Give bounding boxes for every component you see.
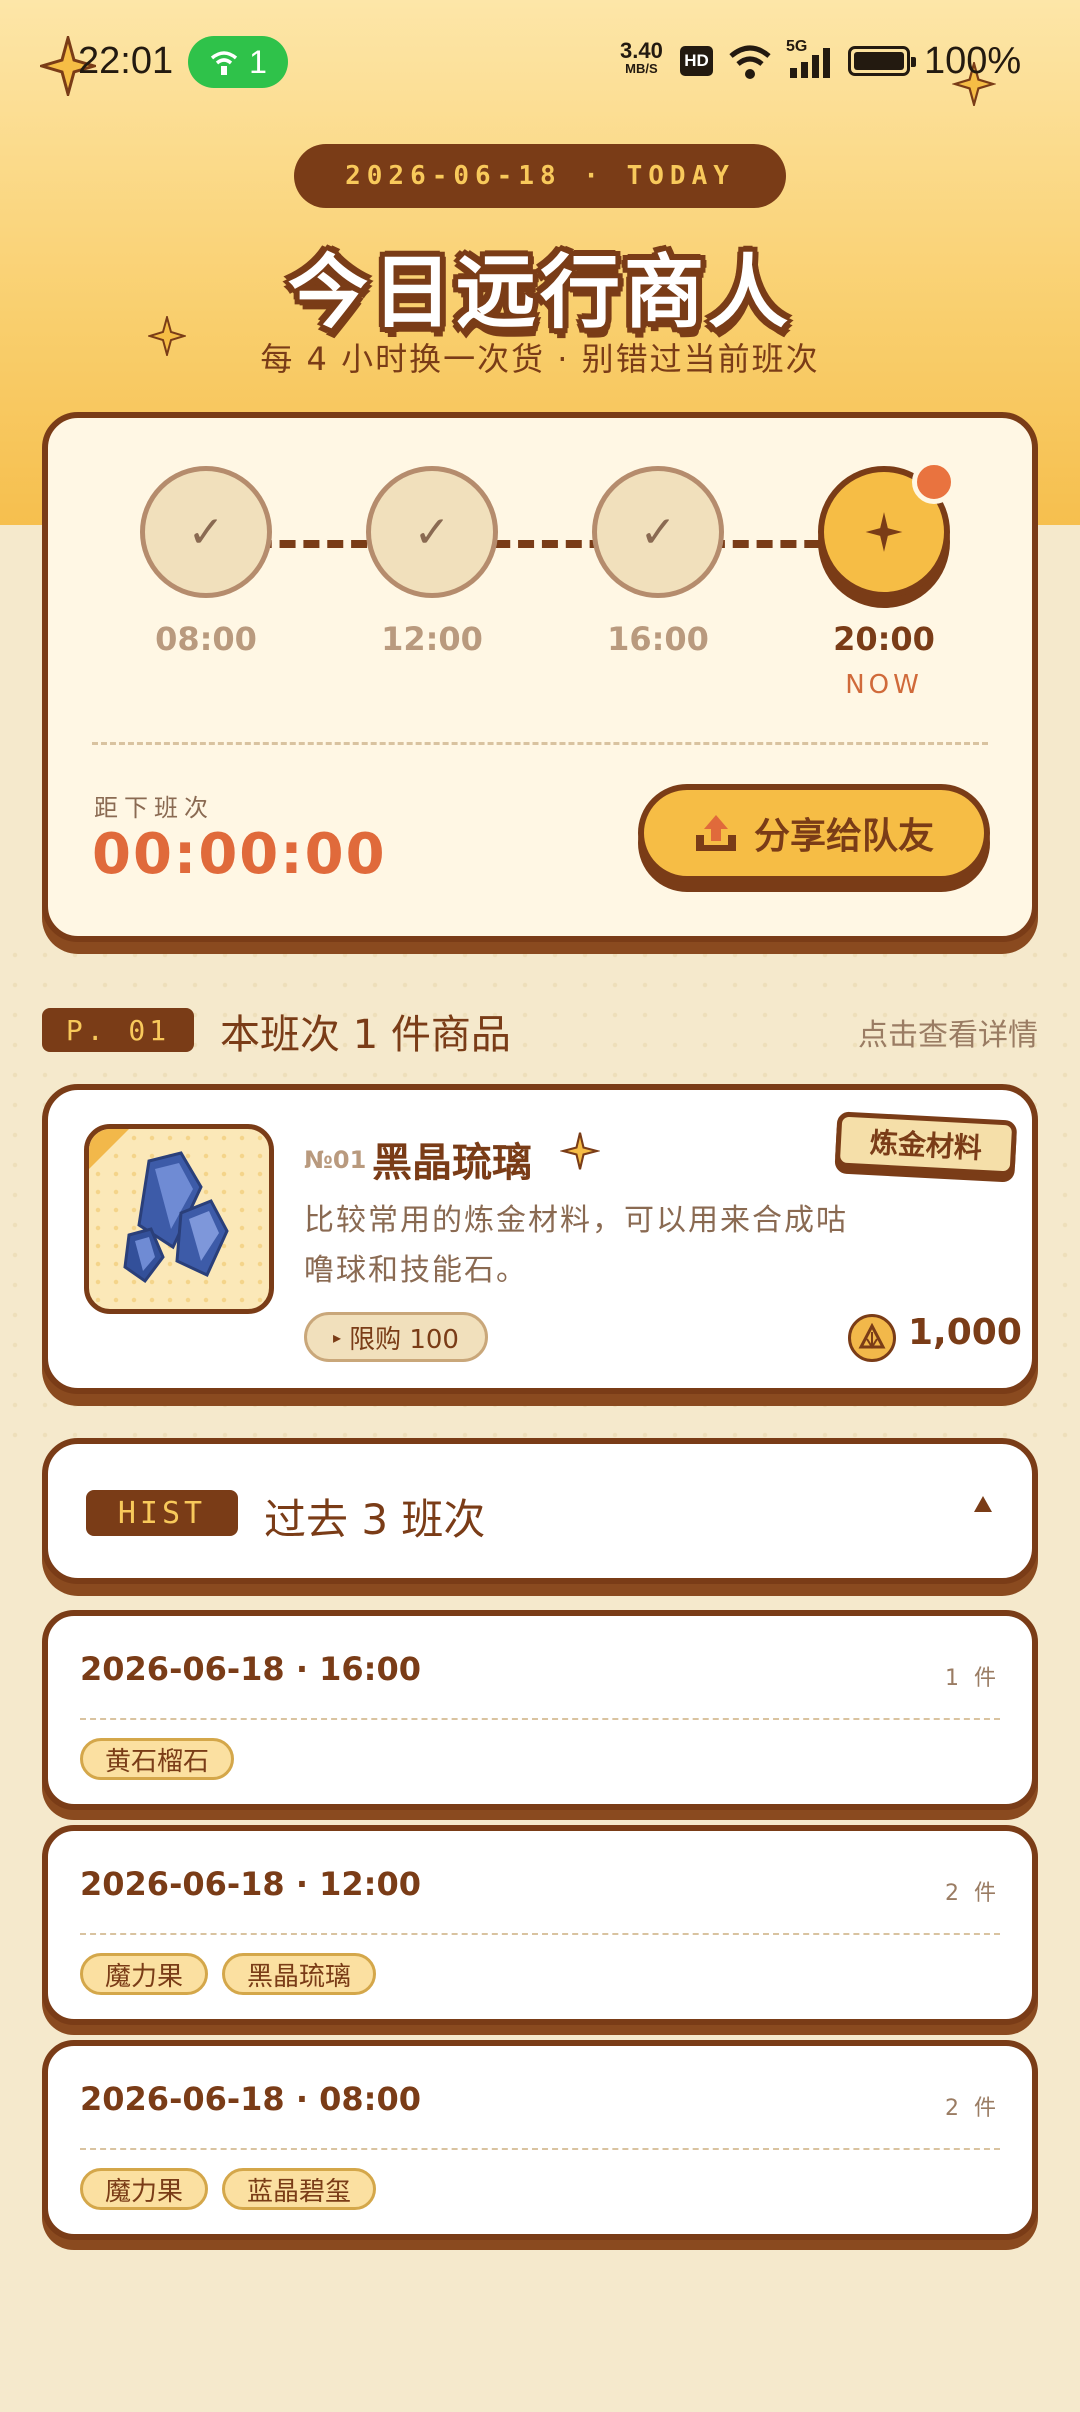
history-date: 2026-06-18 · 16:00 (80, 1650, 421, 1688)
slot-0800[interactable]: ✓ 08:00 (136, 466, 276, 658)
section-badge: P. 01 (42, 1008, 194, 1052)
slot-time: 12:00 (381, 620, 483, 658)
crystal-icon (123, 1151, 229, 1284)
item-chip[interactable]: 魔力果 (80, 2168, 209, 2210)
section-title: 本班次 1 件商品 (220, 1012, 511, 1058)
product-description: 比较常用的炼金材料，可以用来合成咕噜球和技能石。 (304, 1203, 848, 1288)
current-slot-marker (818, 460, 956, 598)
item-chips: 黄石榴石 (80, 1738, 235, 1780)
share-button[interactable]: 分享给队友 (638, 784, 990, 882)
slot-1200[interactable]: ✓ 12:00 (362, 466, 502, 658)
now-label: NOW (845, 670, 923, 700)
product-price: 1,000 (908, 1312, 1022, 1353)
product-number: №01 (304, 1146, 367, 1174)
coin-icon (848, 1314, 896, 1362)
history-badge: HIST (86, 1490, 238, 1536)
check-icon: ✓ (366, 466, 498, 598)
item-chip[interactable]: 黄石榴石 (80, 1738, 235, 1780)
check-icon: ✓ (592, 466, 724, 598)
status-bar: 22:01 1 3.40 MB/S HD 5G 100% (0, 30, 1080, 96)
cell-signal-icon (790, 48, 830, 78)
check-icon: ✓ (140, 466, 272, 598)
countdown-timer: 00:00:00 (92, 822, 387, 887)
hotspot-count: 1 (249, 43, 267, 80)
item-chips: 魔力果 黑晶琉璃 (80, 1953, 377, 1995)
schedule-track (208, 540, 868, 548)
history-count: 1 件 (945, 1666, 1000, 1691)
notification-dot (912, 460, 956, 504)
item-chips: 魔力果 蓝晶碧玺 (80, 2168, 377, 2210)
item-chip[interactable]: 黑晶琉璃 (222, 1953, 377, 1995)
wifi-icon (729, 45, 771, 79)
sparkle-icon (865, 512, 903, 552)
purchase-limit-badge: ▸ 限购 100 (304, 1312, 488, 1362)
wifi-hotspot-icon (210, 51, 238, 75)
collapse-arrow-icon[interactable] (974, 1496, 992, 1512)
history-row[interactable]: 2026-06-18 · 08:00 2 件 魔力果 蓝晶碧玺 (42, 2040, 1038, 2240)
slot-time: 16:00 (607, 620, 709, 658)
share-upload-icon (695, 815, 736, 851)
sparkle-icon (560, 1132, 600, 1170)
product-name: 黑晶琉璃 (372, 1140, 532, 1186)
divider (80, 2148, 1000, 2150)
history-row[interactable]: 2026-06-18 · 12:00 2 件 魔力果 黑晶琉璃 (42, 1825, 1038, 2025)
clock: 22:01 (78, 40, 174, 82)
slot-time: 20:00 (833, 620, 935, 658)
triangle-icon: ▸ (333, 1327, 342, 1347)
schedule-card: ✓ 08:00 ✓ 12:00 ✓ 16:00 20:00 NOW 距下班次 0… (42, 412, 1038, 942)
history-row[interactable]: 2026-06-18 · 16:00 1 件 黄石榴石 (42, 1610, 1038, 1810)
countdown-label: 距下班次 (94, 794, 214, 822)
battery-percent: 100% (924, 40, 1022, 82)
product-card[interactable]: №01 黑晶琉璃 炼金材料 比较常用的炼金材料，可以用来合成咕噜球和技能石。 ▸… (42, 1084, 1038, 1394)
hd-badge: HD (680, 46, 713, 76)
divider (80, 1718, 1000, 1720)
view-details-link[interactable]: 点击查看详情 (858, 1010, 1038, 1054)
slot-time: 08:00 (155, 620, 257, 658)
page-title: 今日远行商人 (288, 246, 792, 339)
slot-2000-current[interactable]: 20:00 NOW (814, 460, 956, 700)
category-tag: 炼金材料 (834, 1111, 1018, 1177)
history-date: 2026-06-18 · 08:00 (80, 2080, 421, 2118)
history-count: 2 件 (945, 2096, 1000, 2121)
history-count: 2 件 (945, 1881, 1000, 1906)
history-date: 2026-06-18 · 12:00 (80, 1865, 421, 1903)
history-title: 过去 3 班次 (264, 1495, 486, 1544)
network-speed: 3.40 MB/S (620, 38, 663, 77)
date-pill: 2026-06-18 · TODAY (294, 144, 786, 208)
page-subtitle: 每 4 小时换一次货 · 别错过当前班次 (260, 340, 820, 378)
product-image (84, 1124, 274, 1314)
item-chip[interactable]: 蓝晶碧玺 (222, 2168, 377, 2210)
slot-1600[interactable]: ✓ 16:00 (588, 466, 728, 658)
divider (92, 742, 988, 745)
divider (80, 1933, 1000, 1935)
share-button-label: 分享给队友 (753, 816, 934, 857)
battery-icon (848, 46, 916, 76)
item-chip[interactable]: 魔力果 (80, 1953, 209, 1995)
history-header[interactable]: HIST 过去 3 班次 (42, 1438, 1038, 1584)
hotspot-indicator: 1 (188, 36, 288, 88)
